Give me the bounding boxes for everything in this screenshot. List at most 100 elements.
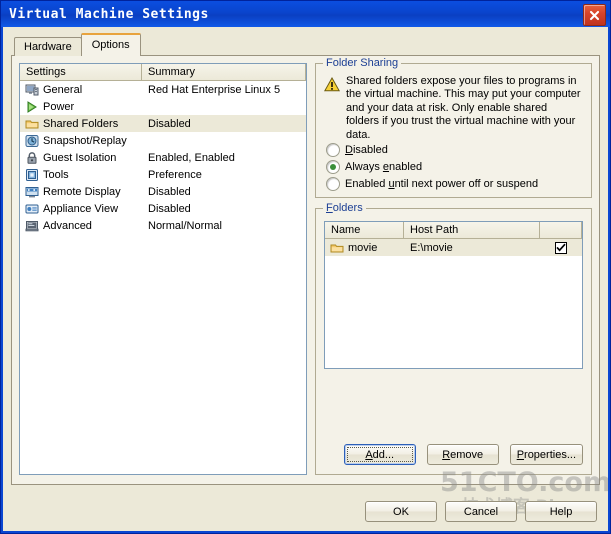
window-title: Virtual Machine Settings	[9, 6, 209, 22]
close-x-glyph	[589, 10, 600, 20]
focus-rectangle	[346, 447, 413, 462]
settings-list[interactable]: Settings Summary General Red Hat Enterpr…	[19, 63, 307, 475]
cancel-button[interactable]: Cancel	[445, 501, 517, 522]
settings-row-name: Shared Folders	[20, 117, 142, 131]
warning-triangle-glyph	[323, 76, 341, 92]
settings-row-name: Appliance View	[20, 202, 142, 216]
add-button[interactable]: Add...	[343, 444, 416, 465]
checkmark-icon	[556, 243, 566, 252]
folder-host-path-cell: E:\movie	[410, 241, 453, 254]
settings-row-remote-display[interactable]: Remote Display Disabled	[20, 183, 306, 200]
properties-button-label: Properties...	[516, 448, 576, 461]
shared-folders-icon	[25, 120, 39, 128]
radio-disabled-label: Disabled	[345, 144, 388, 156]
folder-icon	[330, 244, 344, 252]
radio-disabled-indicator	[326, 143, 340, 157]
tab-options[interactable]: Options	[80, 33, 141, 56]
settings-row-summary: Preference	[148, 168, 202, 181]
column-header-enabled[interactable]	[540, 222, 582, 238]
settings-row-summary: Disabled	[148, 185, 191, 198]
radio-enabled-until-suspend-label: Enabled until next power off or suspend	[345, 178, 539, 190]
settings-row-general[interactable]: General Red Hat Enterprise Linux 5	[20, 81, 306, 98]
dialog-client-area: Hardware Options Settings Summary Genera…	[3, 27, 608, 531]
folder-sharing-warning-text: Shared folders expose your files to prog…	[346, 75, 581, 141]
tab-strip: Hardware Options	[14, 33, 141, 56]
virtual-machine-settings-dialog: Virtual Machine Settings Hardware Option…	[0, 0, 611, 534]
settings-row-label: Appliance View	[43, 202, 119, 215]
radio-always-enabled-indicator	[326, 160, 340, 174]
title-bar: Virtual Machine Settings	[1, 1, 610, 27]
remove-button[interactable]: Remove	[426, 444, 499, 465]
settings-row-snapshot-replay[interactable]: Snapshot/Replay	[20, 132, 306, 149]
guest-isolation-lock-icon	[27, 151, 37, 164]
folders-legend: Folders	[323, 202, 366, 214]
radio-enabled-until-suspend[interactable]: Enabled until next power off or suspend	[326, 177, 538, 191]
settings-row-label: Guest Isolation	[43, 151, 117, 164]
settings-row-label: Power	[43, 100, 75, 113]
dialog-buttons: OK Cancel Help	[365, 501, 597, 522]
advanced-icon	[25, 220, 39, 231]
radio-enabled-until-suspend-indicator	[326, 177, 340, 191]
settings-row-name: Remote Display	[20, 185, 142, 199]
options-right-column: Folder Sharing Shared folders expose you…	[315, 57, 592, 475]
settings-row-advanced[interactable]: Advanced Normal/Normal	[20, 217, 306, 234]
settings-row-summary: Enabled, Enabled	[148, 151, 235, 164]
appliance-view-icon	[25, 204, 39, 213]
accel-p: P	[516, 448, 525, 461]
settings-row-appliance-view[interactable]: Appliance View Disabled	[20, 200, 306, 217]
accel-r: R	[442, 448, 451, 461]
accel-d: D	[345, 144, 353, 156]
warning-triangle-icon	[323, 75, 344, 142]
folder-enabled-cell[interactable]	[540, 241, 582, 254]
settings-row-summary: Disabled	[148, 202, 191, 215]
tools-icon	[26, 168, 38, 181]
remote-display-icon	[25, 186, 39, 197]
folder-sharing-warning: Shared folders expose your files to prog…	[323, 75, 583, 142]
settings-row-summary: Red Hat Enterprise Linux 5	[148, 83, 281, 96]
table-row[interactable]: movie E:\movie	[325, 239, 582, 256]
settings-list-header: Settings Summary	[20, 64, 306, 81]
power-play-icon	[27, 100, 37, 113]
settings-row-guest-isolation[interactable]: Guest Isolation Enabled, Enabled	[20, 149, 306, 166]
settings-row-label: Shared Folders	[43, 117, 119, 130]
settings-row-name: Snapshot/Replay	[20, 134, 142, 148]
settings-row-name: General	[20, 83, 142, 97]
close-icon[interactable]	[583, 4, 606, 26]
settings-row-label: Snapshot/Replay	[43, 134, 127, 147]
radio-disabled[interactable]: Disabled	[326, 143, 388, 157]
settings-row-label: General	[43, 83, 83, 96]
column-header-name[interactable]: Name	[325, 222, 404, 238]
properties-button[interactable]: Properties...	[509, 444, 583, 465]
folders-list[interactable]: Name Host Path movie E:\movie	[324, 221, 583, 369]
tab-hardware[interactable]: Hardware	[14, 37, 82, 56]
settings-row-name: Guest Isolation	[20, 151, 142, 165]
folders-group: Folders Name Host Path movie E:\movie Ad…	[315, 202, 592, 475]
ok-button[interactable]: OK	[365, 501, 437, 522]
settings-row-tools[interactable]: Tools Preference	[20, 166, 306, 183]
folder-name-label: movie	[348, 241, 378, 254]
folder-sharing-legend: Folder Sharing	[323, 57, 402, 69]
column-header-settings[interactable]: Settings	[20, 64, 142, 80]
help-button[interactable]: Help	[525, 501, 597, 522]
settings-row-summary: Normal/Normal	[148, 219, 222, 232]
accel-f: F	[326, 202, 333, 214]
column-header-summary[interactable]: Summary	[142, 64, 306, 80]
settings-row-label: Remote Display	[43, 185, 121, 198]
settings-row-label: Advanced	[43, 219, 92, 232]
options-tab-page: Settings Summary General Red Hat Enterpr…	[11, 55, 600, 485]
settings-row-label: Tools	[43, 168, 69, 181]
radio-always-enabled[interactable]: Always enabled	[326, 160, 422, 174]
folder-name-cell: movie	[325, 241, 404, 255]
settings-row-power[interactable]: Power	[20, 98, 306, 115]
radio-always-enabled-label: Always enabled	[345, 161, 423, 173]
settings-row-summary: Disabled	[148, 117, 191, 130]
settings-row-name: Tools	[20, 168, 142, 182]
folders-list-header: Name Host Path	[325, 222, 582, 239]
settings-row-shared-folders[interactable]: Shared Folders Disabled	[20, 115, 306, 132]
settings-row-name: Advanced	[20, 219, 142, 233]
settings-row-name: Power	[20, 100, 142, 114]
folders-action-buttons: Add... Remove Properties...	[324, 444, 583, 465]
folder-enabled-checkbox[interactable]	[555, 241, 567, 254]
snapshot-replay-icon	[25, 134, 39, 147]
column-header-host-path[interactable]: Host Path	[404, 222, 540, 238]
